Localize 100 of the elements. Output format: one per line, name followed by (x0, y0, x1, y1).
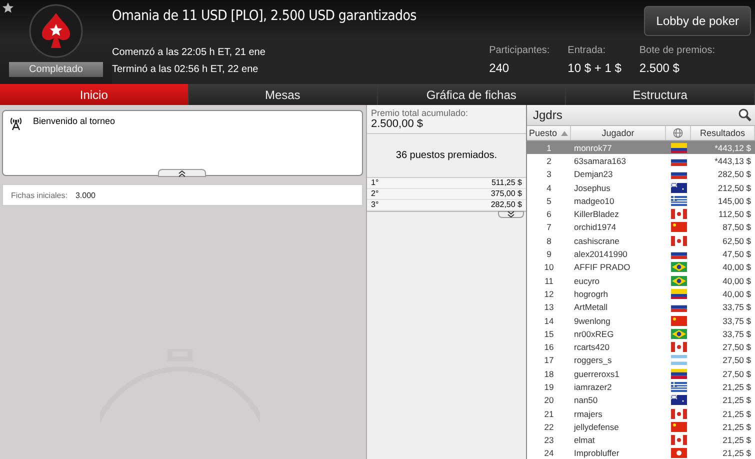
rank-cell-text: 21 (543, 408, 555, 419)
player-name: eucyro (573, 276, 601, 286)
player-name: hogrogrh (573, 288, 610, 299)
player-row[interactable]: 15 nr00xREG 33,75 $ (527, 327, 755, 340)
tab[interactable]: Estructura (566, 84, 755, 105)
player-name: iamrazer2 (573, 382, 613, 392)
result-cell-text: *443,13 $ (714, 156, 752, 166)
tab[interactable]: Mesas (188, 84, 378, 105)
result-cell-text: 21,25 $ (722, 448, 752, 458)
prize-place: 2° (371, 189, 379, 199)
search-icon[interactable] (738, 108, 752, 122)
column-header[interactable]: Resultados (691, 126, 755, 140)
rank-cell-text: 11 (544, 276, 554, 286)
player-row[interactable]: 14 9wenlong 33,75 $ (527, 314, 755, 328)
player-name: Improbluffer (573, 448, 620, 458)
player-row[interactable]: 18 guerreroxs1 27,50 $ (527, 367, 755, 380)
player-row[interactable]: 23 elmat 21,25 $ (527, 434, 755, 447)
player-name: alex20141990 (573, 249, 628, 260)
rank-cell-text: 7 (546, 222, 552, 232)
sort-up-icon (561, 130, 568, 136)
player-row[interactable]: 19 iamrazer2 21,25 $ (527, 380, 755, 394)
rank-cell-text: 12 (543, 288, 555, 299)
rank-cell-text: 1 (546, 142, 552, 153)
lobby-button[interactable]: Lobby de poker (644, 6, 751, 36)
player-name: nr00xREG (573, 328, 615, 339)
player-row[interactable]: 4 Josephus 212,50 $ (527, 180, 755, 194)
rank-cell-text: 24 (543, 448, 555, 458)
player-row[interactable]: 21 rmajers 21,25 $ (527, 406, 755, 420)
rank-cell-text: 22 (543, 422, 555, 432)
rank-cell-text: 2 (546, 156, 552, 166)
player-name: cashiscrane (573, 236, 620, 246)
star-icon[interactable] (2, 2, 14, 14)
result-cell-text: 212,50 $ (716, 182, 752, 193)
prize-amount: 511,25 $ (491, 178, 522, 188)
player-row[interactable]: 5 madgeo10 145,00 $ (527, 194, 755, 208)
result-cell-text: 33,75 $ (722, 328, 752, 339)
result-cell-text: 21,25 $ (722, 422, 752, 432)
rank-cell-text: 19 (543, 382, 555, 392)
prize-place: 1° (371, 178, 379, 188)
player-row[interactable]: 11 eucyro 40,00 $ (527, 274, 755, 288)
rank-cell-text: 14 (543, 316, 555, 326)
player-row[interactable]: 10 AFFIF PRADO 40,00 $ (527, 260, 755, 274)
prize-place: 3° (371, 200, 379, 210)
player-row[interactable]: 6 KillerBladez 112,50 $ (527, 207, 755, 221)
rank-cell-text: 15 (543, 328, 555, 339)
player-row[interactable]: 22 jellydefense 21,25 $ (527, 420, 755, 434)
column-header[interactable]: Puesto (527, 126, 571, 140)
result-cell-text: 27,50 $ (722, 368, 752, 379)
player-row[interactable]: 24 Improbluffer 21,25 $ (527, 446, 755, 459)
result-cell-text: 21,25 $ (722, 408, 752, 419)
player-row[interactable]: 16 rcarts420 27,50 $ (527, 340, 755, 354)
column-header[interactable]: Jugador (571, 126, 666, 140)
rank-cell-text: 10 (543, 262, 555, 272)
result-cell-text: 33,75 $ (722, 302, 752, 312)
rank-cell-text: 18 (543, 368, 555, 379)
player-name: rcarts420 (573, 342, 610, 352)
stat-label: Entrada: (568, 45, 606, 56)
result-cell-text: 282,50 $ (716, 169, 752, 180)
prize-amount: 282,50 $ (490, 200, 522, 210)
result-cell-text: 21,25 $ (722, 435, 752, 446)
status-badge: Completado (9, 62, 103, 77)
rank-cell-text: 13 (543, 302, 555, 312)
player-row[interactable]: 2 63samara163 *443,13 $ (527, 154, 755, 168)
player-row[interactable]: 7 orchid1974 87,50 $ (527, 220, 755, 234)
result-cell-text: 47,50 $ (722, 249, 752, 260)
player-name: monrok77 (573, 142, 613, 153)
start-time: Comenzó a las 22:05 h ET, 21 ene (112, 47, 266, 58)
tab[interactable]: Gráfica de fichas (378, 84, 566, 105)
player-name: rmajers (573, 408, 604, 419)
player-name: elmat (573, 435, 596, 446)
result-cell-text: 21,25 $ (722, 395, 752, 406)
player-name: orchid1974 (573, 222, 618, 232)
starting-chips-label: Fichas iniciales: (11, 190, 68, 200)
player-name: jellydefense (572, 422, 620, 432)
player-row[interactable]: 9 alex20141990 47,50 $ (527, 247, 755, 261)
rank-cell-text: 17 (543, 355, 555, 366)
spade-logo-icon (29, 4, 83, 58)
player-row[interactable]: 8 cashiscrane 62,50 $ (527, 234, 755, 248)
result-cell-text: 33,75 $ (722, 316, 752, 326)
player-row[interactable]: 3 Demjan23 282,50 $ (527, 168, 755, 181)
result-cell-text: 27,50 $ (722, 355, 752, 366)
player-name: 9wenlong (573, 316, 612, 326)
rank-cell-text: 3 (546, 169, 552, 180)
player-row[interactable]: 13 ArtMetall 33,75 $ (527, 300, 755, 314)
player-name: KillerBladez (573, 209, 620, 220)
player-row[interactable]: 17 roggers_s 27,50 $ (527, 354, 755, 368)
prize-pool-label: Premio total acumulado: (371, 108, 470, 118)
globe-icon (673, 128, 683, 138)
player-row[interactable]: 12 hogrogrh 40,00 $ (527, 287, 755, 301)
stat-value: 2.500 $ (639, 61, 680, 75)
player-row[interactable]: 20 nan50 21,25 $ (527, 394, 755, 407)
player-row[interactable]: 1 monrok77 *443,12 $ (527, 141, 755, 154)
result-cell-text: 40,00 $ (722, 262, 752, 272)
result-cell-text: 21,25 $ (722, 382, 752, 392)
prize-pool-total: 2.500,00 $ (371, 118, 424, 130)
expand-button[interactable] (498, 211, 524, 218)
player-name: nan50 (573, 395, 599, 406)
expand-button[interactable] (158, 169, 206, 177)
tab[interactable]: Inicio (0, 84, 189, 105)
tournament-title: Omania de 11 USD [PLO], 2.500 USD garantizados (112, 8, 416, 24)
